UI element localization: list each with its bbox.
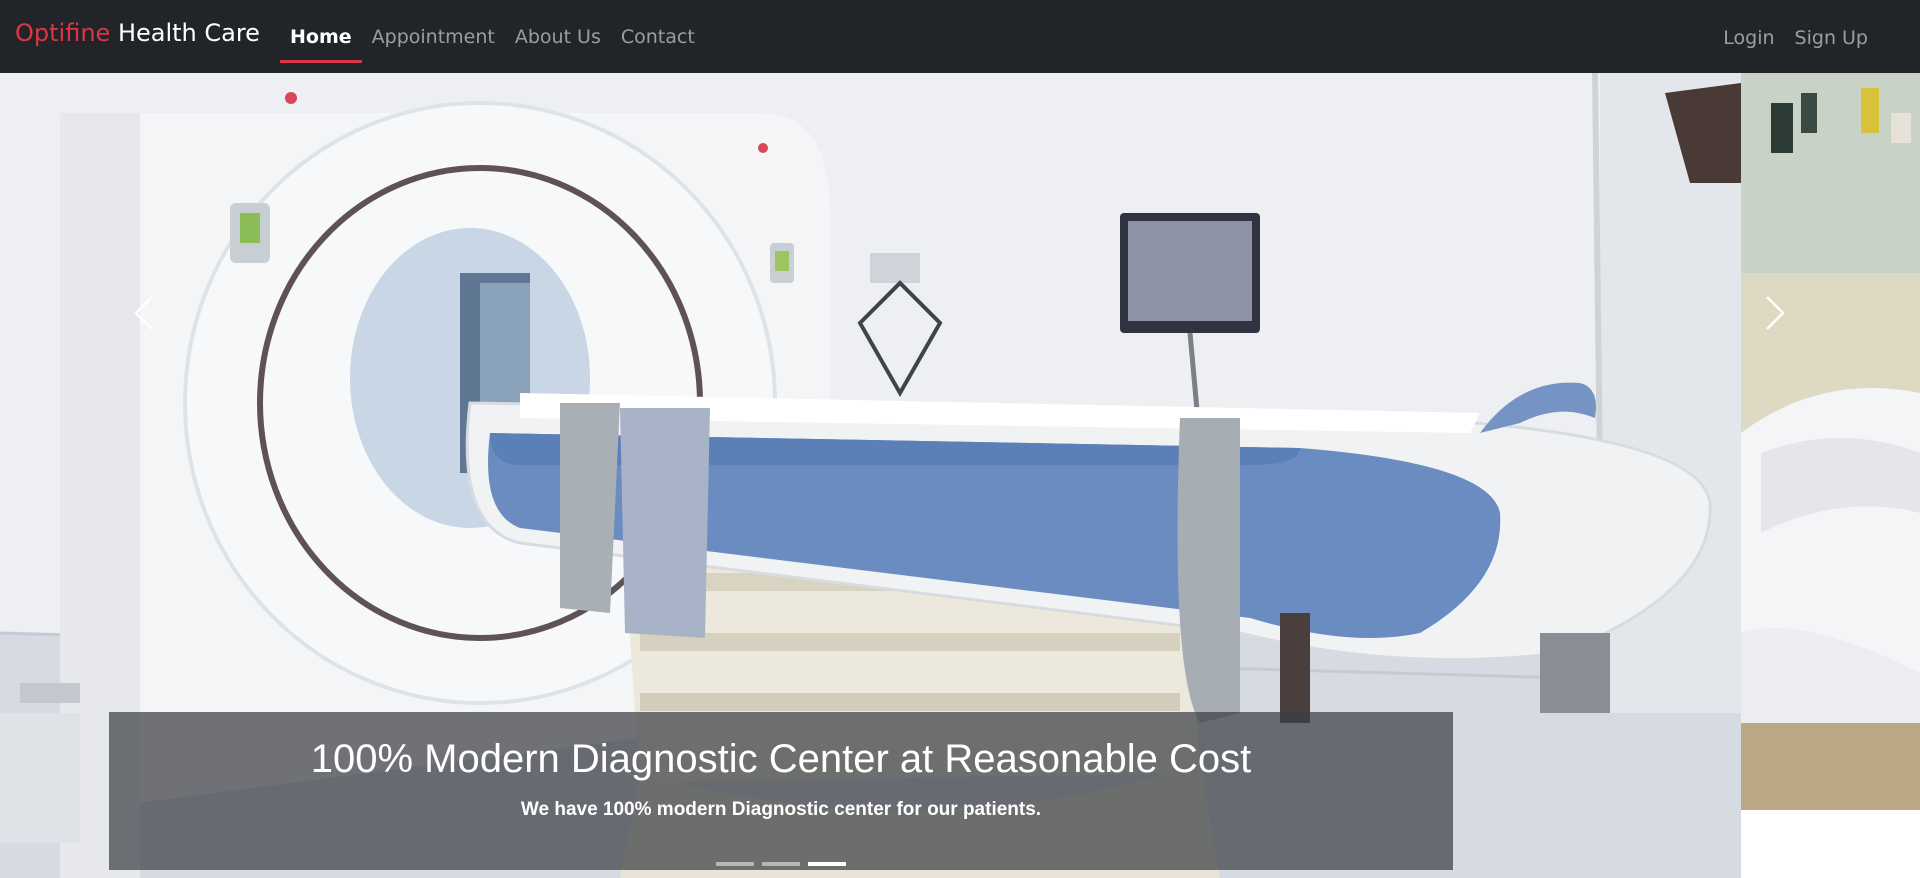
caption-title: 100% Modern Diagnostic Center at Reasona…	[310, 737, 1252, 781]
nav-home-link[interactable]: Home	[280, 0, 362, 73]
nav-appointment-link[interactable]: Appointment	[362, 0, 505, 73]
brand-accent: Optifine	[15, 19, 111, 47]
carousel-indicator-3[interactable]	[808, 862, 846, 866]
carousel-caption: 100% Modern Diagnostic Center at Reasona…	[109, 712, 1453, 870]
carousel-next-button[interactable]	[1745, 283, 1805, 343]
brand-name: Health Care	[117, 19, 260, 47]
chevron-right-icon	[1766, 296, 1785, 330]
login-link[interactable]: Login	[1713, 0, 1784, 74]
caption-text: We have 100% modern Diagnostic center fo…	[520, 799, 1042, 820]
brand-logo[interactable]: Optifine Health Care	[15, 17, 260, 49]
hero-carousel: 100% Modern Diagnostic Center at Reasona…	[0, 73, 1920, 878]
nav-about-link[interactable]: About Us	[505, 0, 611, 73]
nav-contact-link[interactable]: Contact	[611, 0, 705, 73]
chevron-left-icon	[134, 296, 153, 330]
hospital-bed-illustration	[1741, 73, 1920, 810]
top-navbar: Optifine Health Care Home Appointment Ab…	[0, 0, 1920, 73]
signup-link[interactable]: Sign Up	[1785, 0, 1878, 74]
carousel-indicators	[109, 862, 1453, 866]
carousel-slide-image-hospital-bed	[1741, 73, 1920, 810]
carousel-indicator-2[interactable]	[762, 862, 800, 866]
primary-nav: Home Appointment About Us Contact	[280, 0, 705, 73]
carousel-prev-button[interactable]	[114, 283, 174, 343]
carousel-indicator-1[interactable]	[716, 862, 754, 866]
account-nav: Login Sign Up	[1713, 0, 1878, 73]
